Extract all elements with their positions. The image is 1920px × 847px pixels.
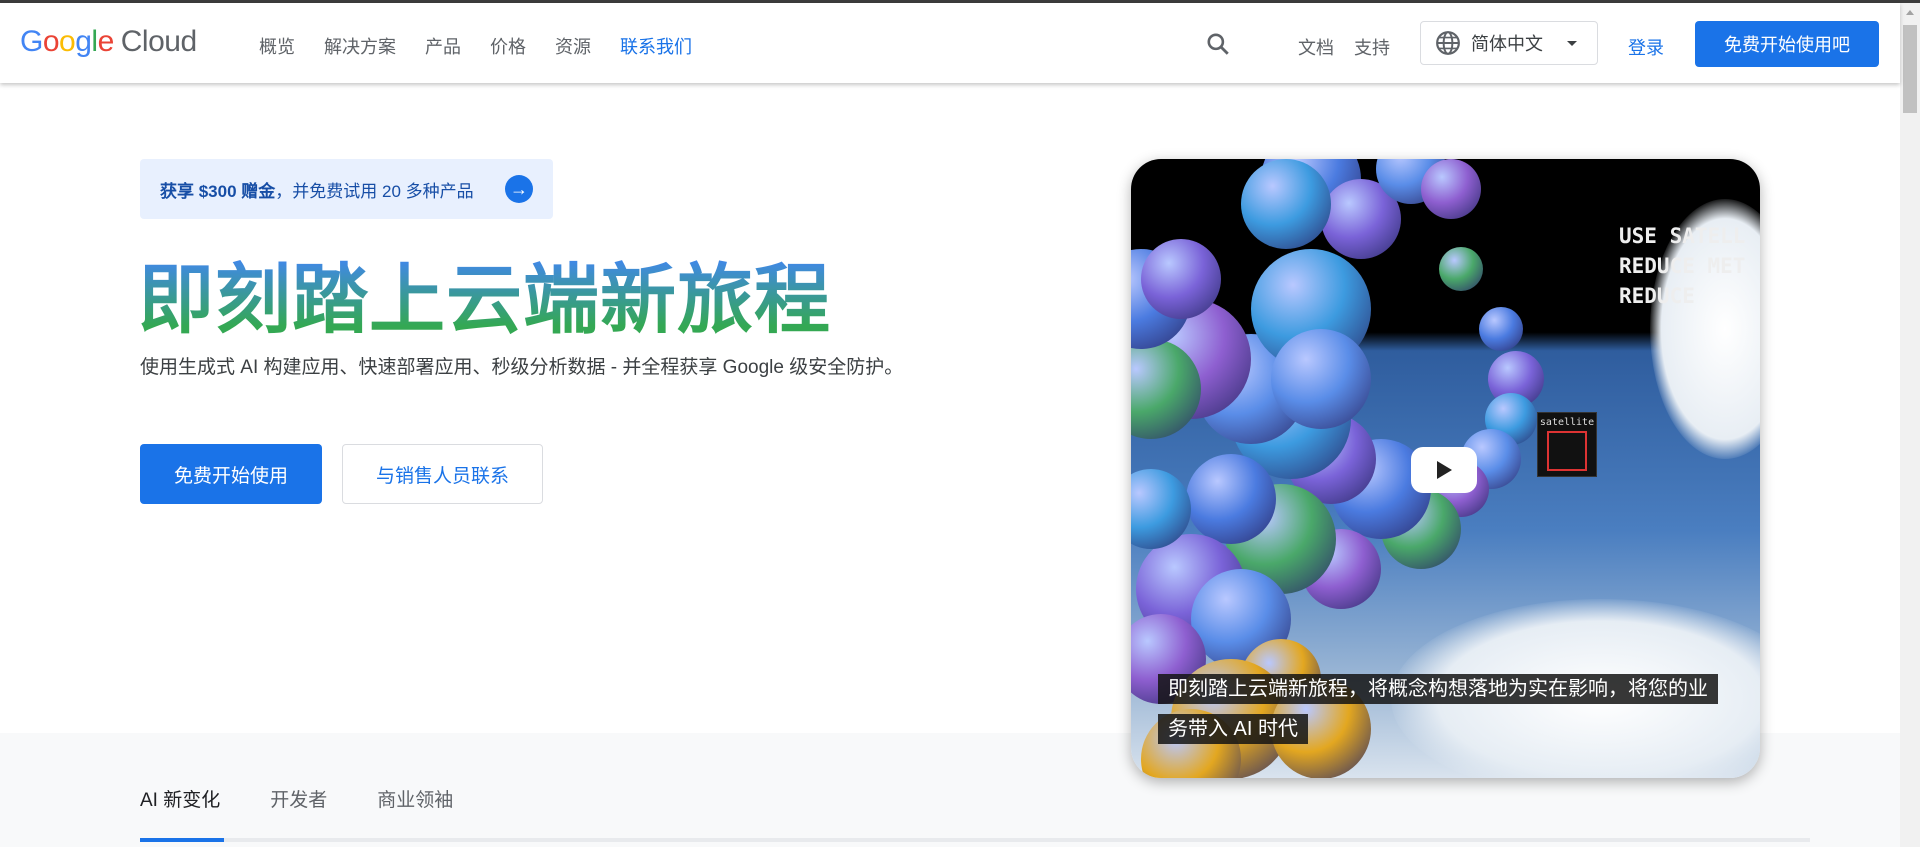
tab-indicator-track [140, 838, 1810, 842]
tab-developers[interactable]: 开发者 [270, 785, 327, 812]
scroll-up-icon[interactable] [1906, 10, 1914, 15]
logo-cloud-text: Cloud [120, 25, 197, 58]
tab-business-leaders[interactable]: 商业领袖 [377, 785, 453, 812]
language-label: 简体中文 [1471, 34, 1543, 54]
sphere [1241, 159, 1331, 249]
arrow-right-icon[interactable]: → [505, 175, 533, 203]
language-select[interactable]: 简体中文 [1420, 21, 1598, 65]
hero-title: 即刻踏上云端新旅程 [138, 238, 831, 348]
caption-text: 即刻踏上云端新旅程，将概念构想落地为实在影响，将您的业务带入 AI 时代 [1158, 674, 1718, 744]
sphere [1186, 454, 1276, 544]
scrollbar-thumb[interactable] [1903, 25, 1917, 113]
scrollbar[interactable] [1900, 3, 1920, 847]
docs-link[interactable]: 文档 [1298, 34, 1334, 60]
overlay-line: USE SATELL [1619, 224, 1746, 248]
video-caption: 即刻踏上云端新旅程，将概念构想落地为实在影响，将您的业务带入 AI 时代 [1158, 669, 1718, 749]
nav-contact[interactable]: 联系我们 [620, 33, 692, 59]
sphere [1479, 307, 1523, 351]
promo-text: ，并免费试用 20 多种产品 [275, 181, 474, 201]
video-overlay-text: USE SATELL REDUCE MET REDUCE [1619, 221, 1745, 311]
login-link[interactable]: 登录 [1628, 34, 1664, 60]
satellite-thumbnail: satellite [1537, 412, 1597, 477]
promo-banner[interactable]: 获享 $300 赠金 ，并免费试用 20 多种产品 → [140, 159, 553, 219]
contact-sales-button[interactable]: 与销售人员联系 [342, 444, 543, 504]
sphere [1271, 329, 1371, 429]
main-nav: 概览 解决方案 产品 价格 资源 联系我们 [259, 33, 692, 59]
sphere [1439, 247, 1483, 291]
satellite-label: satellite [1539, 417, 1595, 428]
content-tabs: AI 新变化 开发者 商业领袖 [140, 785, 453, 812]
overlay-line: REDUCE [1619, 284, 1695, 308]
site-header: Google Cloud 概览 解决方案 产品 价格 资源 联系我们 文档 支持 … [0, 3, 1900, 83]
promo-bold-text: 获享 $300 赠金 [160, 181, 276, 201]
caret-down-icon [1567, 41, 1577, 46]
hero-subtitle: 使用生成式 AI 构建应用、快速部署应用、秒级分析数据 - 并全程获享 Goog… [140, 357, 904, 378]
free-start-button[interactable]: 免费开始使用 [140, 444, 322, 504]
nav-overview[interactable]: 概览 [259, 33, 295, 59]
nav-pricing[interactable]: 价格 [490, 33, 526, 59]
nav-products[interactable]: 产品 [425, 33, 461, 59]
hero-video[interactable]: USE SATELL REDUCE MET REDUCE satellite 即… [1131, 159, 1760, 778]
sphere [1141, 239, 1221, 319]
globe-icon [1436, 31, 1460, 55]
header-free-start-button[interactable]: 免费开始使用吧 [1695, 21, 1879, 67]
nav-solutions[interactable]: 解决方案 [324, 33, 396, 59]
support-link[interactable]: 支持 [1354, 34, 1390, 60]
tab-ai[interactable]: AI 新变化 [140, 785, 220, 812]
search-icon[interactable] [1205, 31, 1231, 57]
play-button-icon[interactable] [1411, 447, 1477, 493]
google-cloud-logo[interactable]: Google Cloud [20, 25, 197, 59]
overlay-line: REDUCE MET [1619, 254, 1746, 278]
sphere [1421, 159, 1481, 219]
nav-resources[interactable]: 资源 [555, 33, 591, 59]
tab-active-indicator [140, 838, 224, 842]
